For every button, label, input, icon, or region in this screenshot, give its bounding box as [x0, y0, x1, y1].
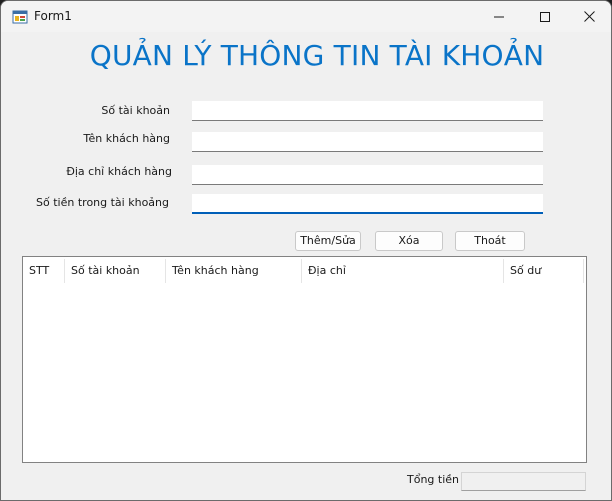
- page-title: QUẢN LÝ THÔNG TIN TÀI KHOẢN: [89, 39, 545, 72]
- close-icon: [584, 11, 595, 22]
- main-window: Form1 QUẢN LÝ THÔNG TIN TÀI KHOẢN Số tài…: [0, 0, 612, 501]
- account-number-label: Số tài khoản: [101, 104, 170, 117]
- list-view-header: STT Số tài khoản Tên khách hàng Địa chỉ …: [23, 259, 586, 283]
- minimize-icon: [493, 16, 504, 17]
- customer-address-input[interactable]: [192, 165, 543, 185]
- balance-label: Số tiền trong tài khoảng: [36, 196, 169, 209]
- column-header-balance[interactable]: Số dư: [504, 259, 584, 283]
- balance-input[interactable]: [192, 194, 543, 214]
- column-header-customer-name[interactable]: Tên khách hàng: [166, 259, 302, 283]
- close-button[interactable]: [567, 1, 611, 32]
- accounts-list-view[interactable]: STT Số tài khoản Tên khách hàng Địa chỉ …: [22, 256, 587, 463]
- add-edit-button[interactable]: Thêm/Sửa: [295, 231, 361, 251]
- minimize-button[interactable]: [476, 1, 521, 32]
- account-number-input[interactable]: [192, 101, 543, 121]
- window-title: Form1: [34, 9, 72, 23]
- title-bar[interactable]: Form1: [1, 1, 611, 32]
- exit-button[interactable]: Thoát: [455, 231, 525, 251]
- customer-name-label: Tên khách hàng: [83, 132, 170, 145]
- column-header-stt[interactable]: STT: [23, 259, 65, 283]
- delete-button[interactable]: Xóa: [375, 231, 443, 251]
- maximize-icon: [539, 11, 550, 22]
- maximize-button[interactable]: [522, 1, 567, 32]
- total-label: Tổng tiền: [407, 473, 460, 486]
- total-field: [461, 472, 586, 491]
- column-header-account-number[interactable]: Số tài khoản: [65, 259, 166, 283]
- customer-name-input[interactable]: [192, 132, 543, 152]
- winforms-app-icon: [12, 9, 28, 25]
- customer-address-label: Địa chỉ khách hàng: [66, 165, 172, 178]
- column-header-address[interactable]: Địa chỉ: [302, 259, 504, 283]
